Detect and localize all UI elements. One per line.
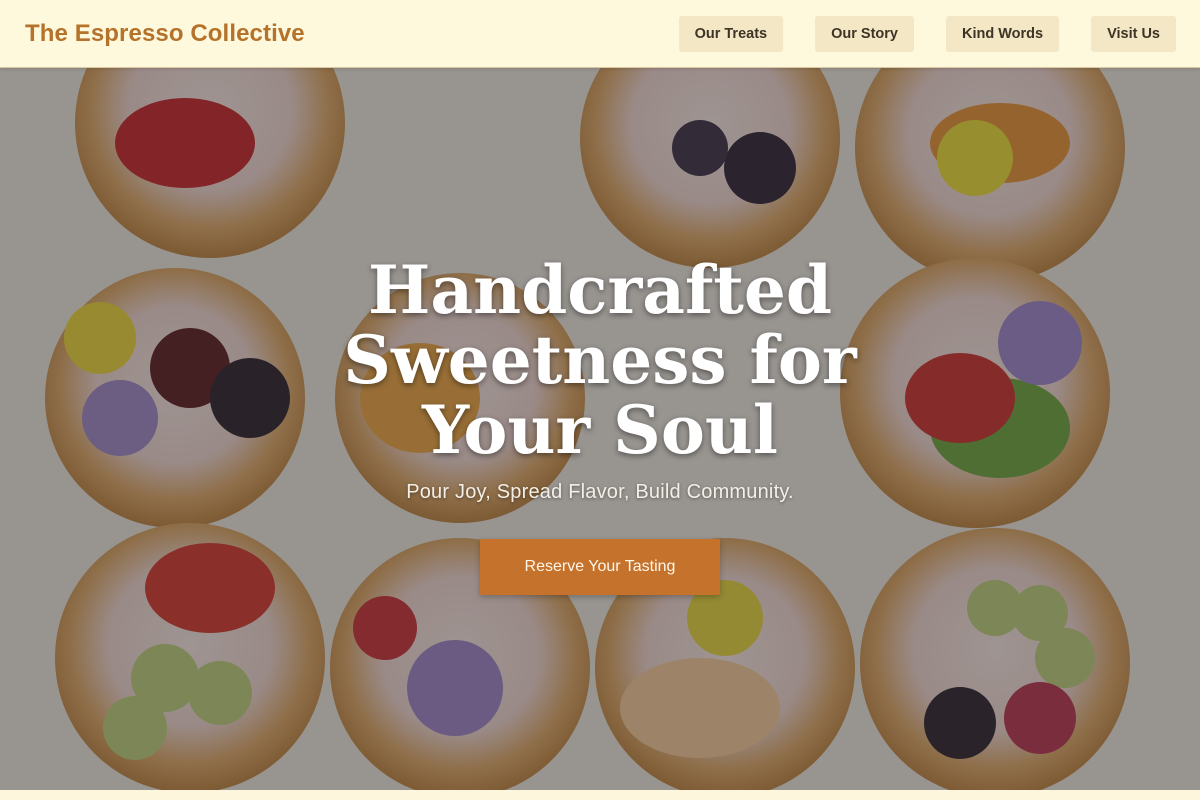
nav-our-treats[interactable]: Our Treats	[678, 15, 784, 52]
hero-title: Handcrafted Sweetness for Your Soul	[343, 251, 857, 469]
hero-content: Handcrafted Sweetness for Your Soul Pour…	[0, 68, 1200, 790]
main-nav: Our Treats Our Story Kind Words Visit Us	[678, 15, 1176, 52]
hero-section: Handcrafted Sweetness for Your Soul Pour…	[0, 68, 1200, 790]
site-header: The Espresso Collective Our Treats Our S…	[0, 0, 1200, 68]
page-bottom-strip	[0, 790, 1200, 800]
brand-logo-text[interactable]: The Espresso Collective	[25, 20, 305, 48]
nav-kind-words[interactable]: Kind Words	[945, 15, 1060, 52]
reserve-tasting-button[interactable]: Reserve Your Tasting	[480, 539, 720, 595]
hero-tagline: Pour Joy, Spread Flavor, Build Community…	[406, 481, 794, 503]
nav-our-story[interactable]: Our Story	[815, 15, 914, 52]
nav-visit-us[interactable]: Visit Us	[1091, 15, 1176, 52]
